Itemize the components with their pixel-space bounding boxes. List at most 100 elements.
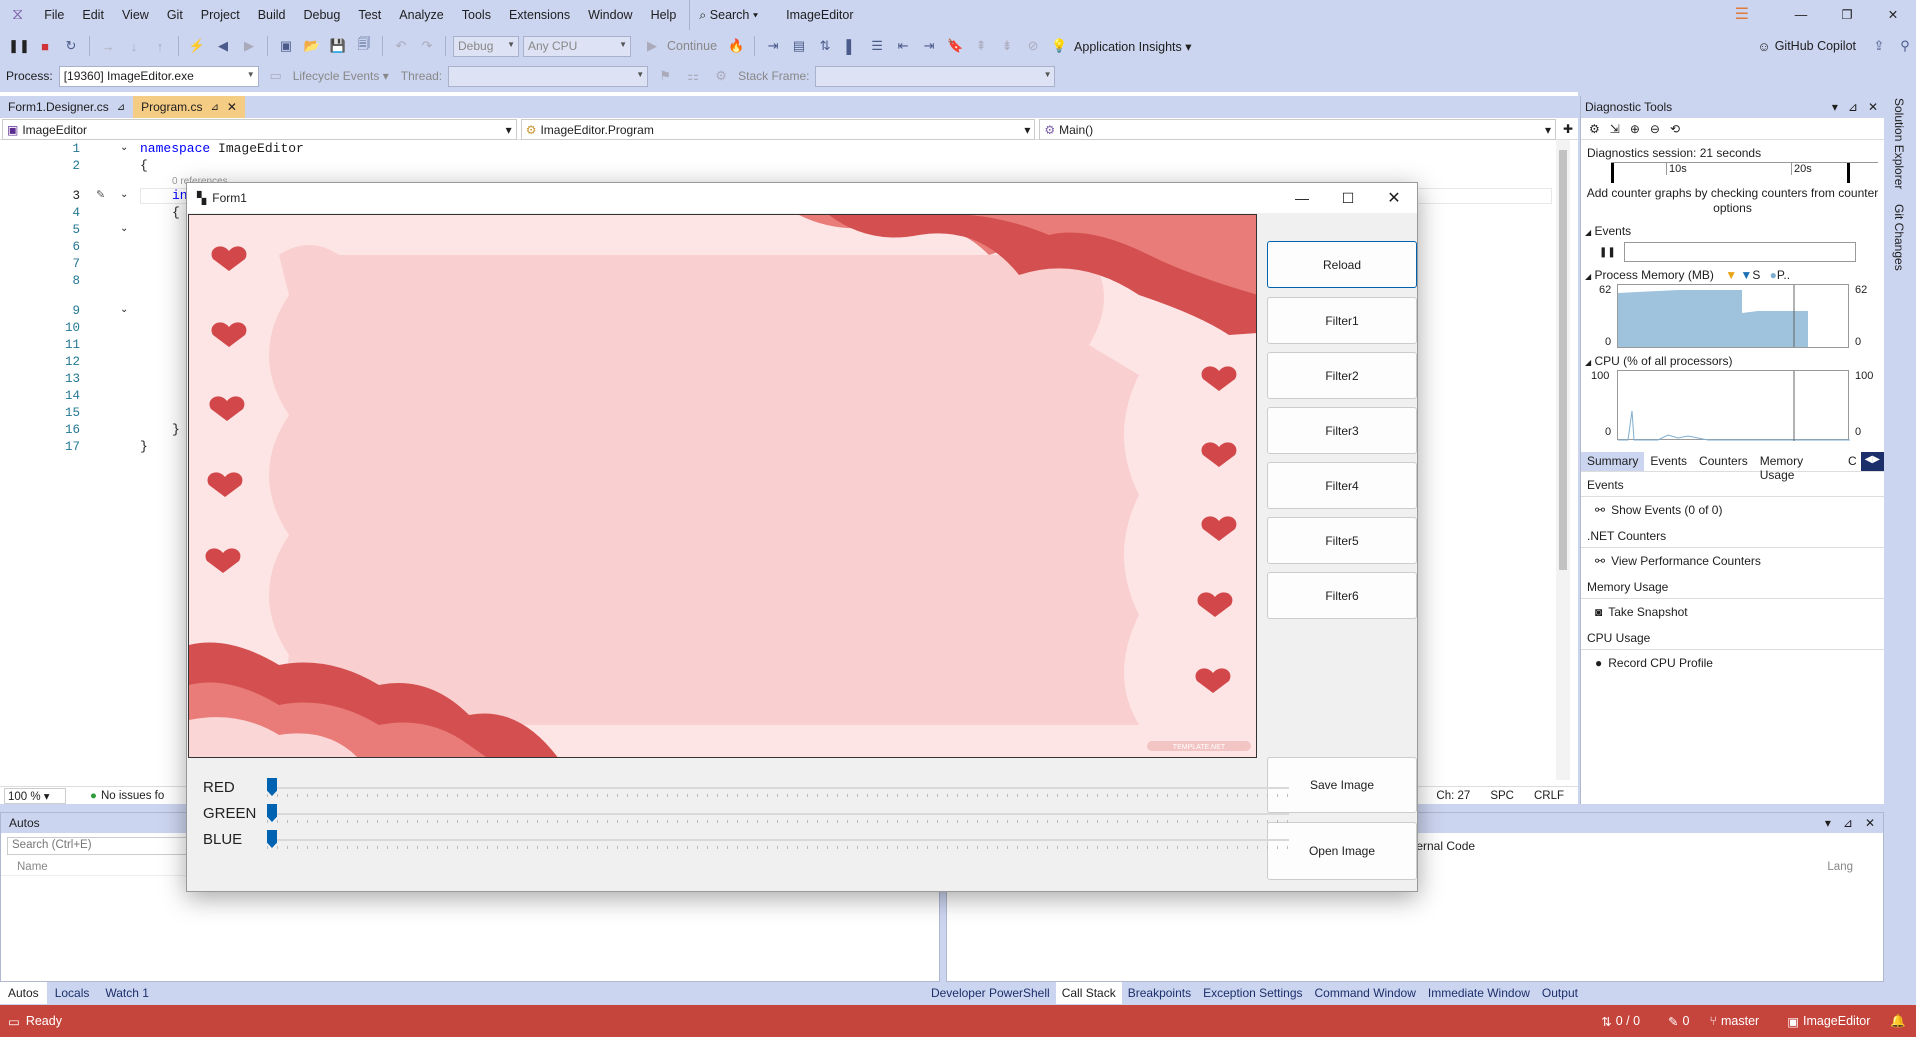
menu-debug[interactable]: Debug <box>295 0 350 30</box>
close-icon[interactable]: ✕ <box>1865 816 1875 830</box>
pin-icon[interactable]: ⊿ <box>210 102 218 113</box>
tab-immediate-window[interactable]: Immediate Window <box>1422 982 1536 1004</box>
open-image-button[interactable]: Open Image <box>1267 822 1417 880</box>
outdent-icon[interactable]: ⇥ <box>918 35 940 57</box>
tab-memory-usage[interactable]: Memory Usage <box>1754 452 1844 482</box>
pin-icon[interactable]: ⊿ <box>1843 816 1853 830</box>
hot-reload-icon[interactable]: ⚡ <box>186 35 208 57</box>
next-bookmark-icon[interactable]: ⇟ <box>996 35 1018 57</box>
filter5-button[interactable]: Filter5 <box>1267 517 1417 564</box>
copilot-button[interactable]: GitHub Copilot <box>1775 39 1856 53</box>
tab-events[interactable]: Events <box>1644 452 1693 471</box>
flag-icon[interactable]: ⚑ <box>654 65 676 87</box>
process-select[interactable]: [19360] ImageEditor.exe ▼ <box>58 65 259 87</box>
save-image-button[interactable]: Save Image <box>1267 757 1417 813</box>
cpu-graph[interactable] <box>1617 370 1850 441</box>
dropdown-icon[interactable]: ▾ <box>1825 816 1831 830</box>
continue-icon[interactable]: ▶ <box>641 35 663 57</box>
tab-program[interactable]: Program.cs ⊿ ✕ <box>133 96 245 118</box>
tab-breakpoints[interactable]: Breakpoints <box>1122 982 1197 1004</box>
project-select[interactable]: ▣ ImageEditor ▾ <box>2 119 517 140</box>
line-ending-indicator[interactable]: CRLF <box>1534 790 1564 802</box>
spacing-indicator[interactable]: SPC <box>1490 790 1514 802</box>
stop-icon[interactable]: ■ <box>34 35 56 57</box>
filter3-button[interactable]: Filter3 <box>1267 407 1417 454</box>
red-slider[interactable] <box>267 776 1289 800</box>
collapse-toggle-icon[interactable]: ⌄ <box>120 304 128 315</box>
vertical-scrollbar[interactable] <box>1556 140 1570 780</box>
column-indicator[interactable]: Ch: 27 <box>1436 790 1470 802</box>
lifecycle-events-button[interactable]: Lifecycle Events ▾ <box>293 69 389 83</box>
tab-summary[interactable]: Summary <box>1581 452 1645 471</box>
notifications-icon[interactable]: 🔔 <box>1890 1014 1906 1029</box>
navigate-forward-icon[interactable]: ▶ <box>238 35 260 57</box>
reset-zoom-icon[interactable]: ⟲ <box>1670 122 1680 136</box>
expand-icon[interactable]: ◢ <box>1585 228 1591 237</box>
sync-count[interactable]: 0 / 0 <box>1616 1014 1640 1028</box>
menu-view[interactable]: View <box>113 0 158 30</box>
collapse-toggle-icon[interactable]: ⌄ <box>120 223 128 234</box>
show-events-link[interactable]: ⚯ Show Events (0 of 0) <box>1581 497 1884 523</box>
menu-git[interactable]: Git <box>158 0 192 30</box>
form-minimize-icon[interactable]: — <box>1279 190 1325 206</box>
language-column-header[interactable]: Lang <box>1827 861 1853 873</box>
git-changes-tab[interactable]: Git Changes <box>1892 204 1906 271</box>
new-project-icon[interactable]: ▣ <box>275 35 297 57</box>
tab-autos[interactable]: Autos <box>0 982 47 1004</box>
autos-search[interactable]: Search (Ctrl+E) <box>7 837 187 855</box>
feedback-icon[interactable]: ⚲ <box>1894 35 1916 57</box>
filter2-button[interactable]: Filter2 <box>1267 352 1417 399</box>
settings-icon[interactable]: ⚙ <box>1589 122 1600 136</box>
hot-reload-flame-icon[interactable]: 🔥 <box>725 35 747 57</box>
blue-slider[interactable] <box>267 828 1289 852</box>
menu-analyze[interactable]: Analyze <box>390 0 452 30</box>
pencil-icon[interactable]: ✎ <box>1668 1014 1678 1029</box>
search-menu[interactable]: ⌕ Search ▾ <box>689 0 767 30</box>
window-layout-icon[interactable]: ▤ <box>788 35 810 57</box>
lifecycle-icon[interactable]: ▭ <box>265 65 287 87</box>
branch-icon[interactable]: ⑂ <box>1709 1014 1717 1028</box>
tab-watch[interactable]: Watch 1 <box>97 982 157 1004</box>
close-icon[interactable]: ✕ <box>1868 100 1878 114</box>
take-snapshot-button[interactable]: ◙ Take Snapshot <box>1581 599 1884 625</box>
issues-status[interactable]: No issues fo <box>101 790 164 802</box>
zoom-in-icon[interactable]: ⊕ <box>1630 122 1640 136</box>
open-folder-icon[interactable]: 📂 <box>301 35 323 57</box>
changes-count[interactable]: 0 <box>1683 1014 1690 1028</box>
step-over-icon[interactable]: → <box>97 35 119 57</box>
tab-call-stack[interactable]: Call Stack <box>1055 982 1122 1004</box>
record-cpu-button[interactable]: ● Record CPU Profile <box>1581 650 1884 676</box>
tab-form1-designer[interactable]: Form1.Designer.cs ⊿ <box>0 96 133 118</box>
reload-button[interactable]: Reload <box>1267 241 1417 288</box>
collapse-toggle-icon[interactable]: ⌄ <box>120 142 128 153</box>
pause-icon[interactable]: ❚❚ <box>8 35 30 57</box>
events-track[interactable] <box>1623 242 1856 262</box>
platform-select[interactable]: Any CPU ▼ <box>523 35 631 57</box>
filter1-button[interactable]: Filter1 <box>1267 297 1417 344</box>
member-select[interactable]: ⚙ Main() ▾ <box>1039 119 1557 140</box>
navigate-back-icon[interactable]: ◀ <box>212 35 234 57</box>
prev-bookmark-icon[interactable]: ⇞ <box>970 35 992 57</box>
pin-icon[interactable]: ⊿ <box>117 102 125 113</box>
expand-icon[interactable]: ◢ <box>1585 272 1591 281</box>
continue-button[interactable]: Continue <box>667 39 717 53</box>
expand-icon[interactable]: ◢ <box>1585 358 1591 367</box>
account-icon[interactable]: ☰ <box>1726 0 1758 30</box>
filter4-button[interactable]: Filter4 <box>1267 462 1417 509</box>
menu-help[interactable]: Help <box>642 0 686 30</box>
split-editor-icon[interactable]: ✚ <box>1558 118 1578 139</box>
tab-locals[interactable]: Locals <box>47 982 98 1004</box>
threads-icon[interactable]: ⇅ <box>814 35 836 57</box>
step-into-icon[interactable]: ↓ <box>123 35 145 57</box>
solution-explorer-tab[interactable]: Solution Explorer <box>1892 98 1906 189</box>
thread-select[interactable]: ▼ <box>448 65 649 87</box>
minimize-icon[interactable]: — <box>1778 0 1824 30</box>
dropdown-icon[interactable]: ▾ <box>1832 100 1838 114</box>
view-counters-link[interactable]: ⚯ View Performance Counters <box>1581 548 1884 574</box>
pin-icon[interactable]: ⊿ <box>1848 100 1858 114</box>
stack-icon[interactable]: ⚙ <box>710 65 732 87</box>
restart-icon[interactable]: ↻ <box>60 35 82 57</box>
application-insights-button[interactable]: Application Insights ▾ <box>1074 39 1191 54</box>
green-slider[interactable] <box>267 802 1289 826</box>
repo-icon[interactable]: ▣ <box>1787 1014 1799 1029</box>
